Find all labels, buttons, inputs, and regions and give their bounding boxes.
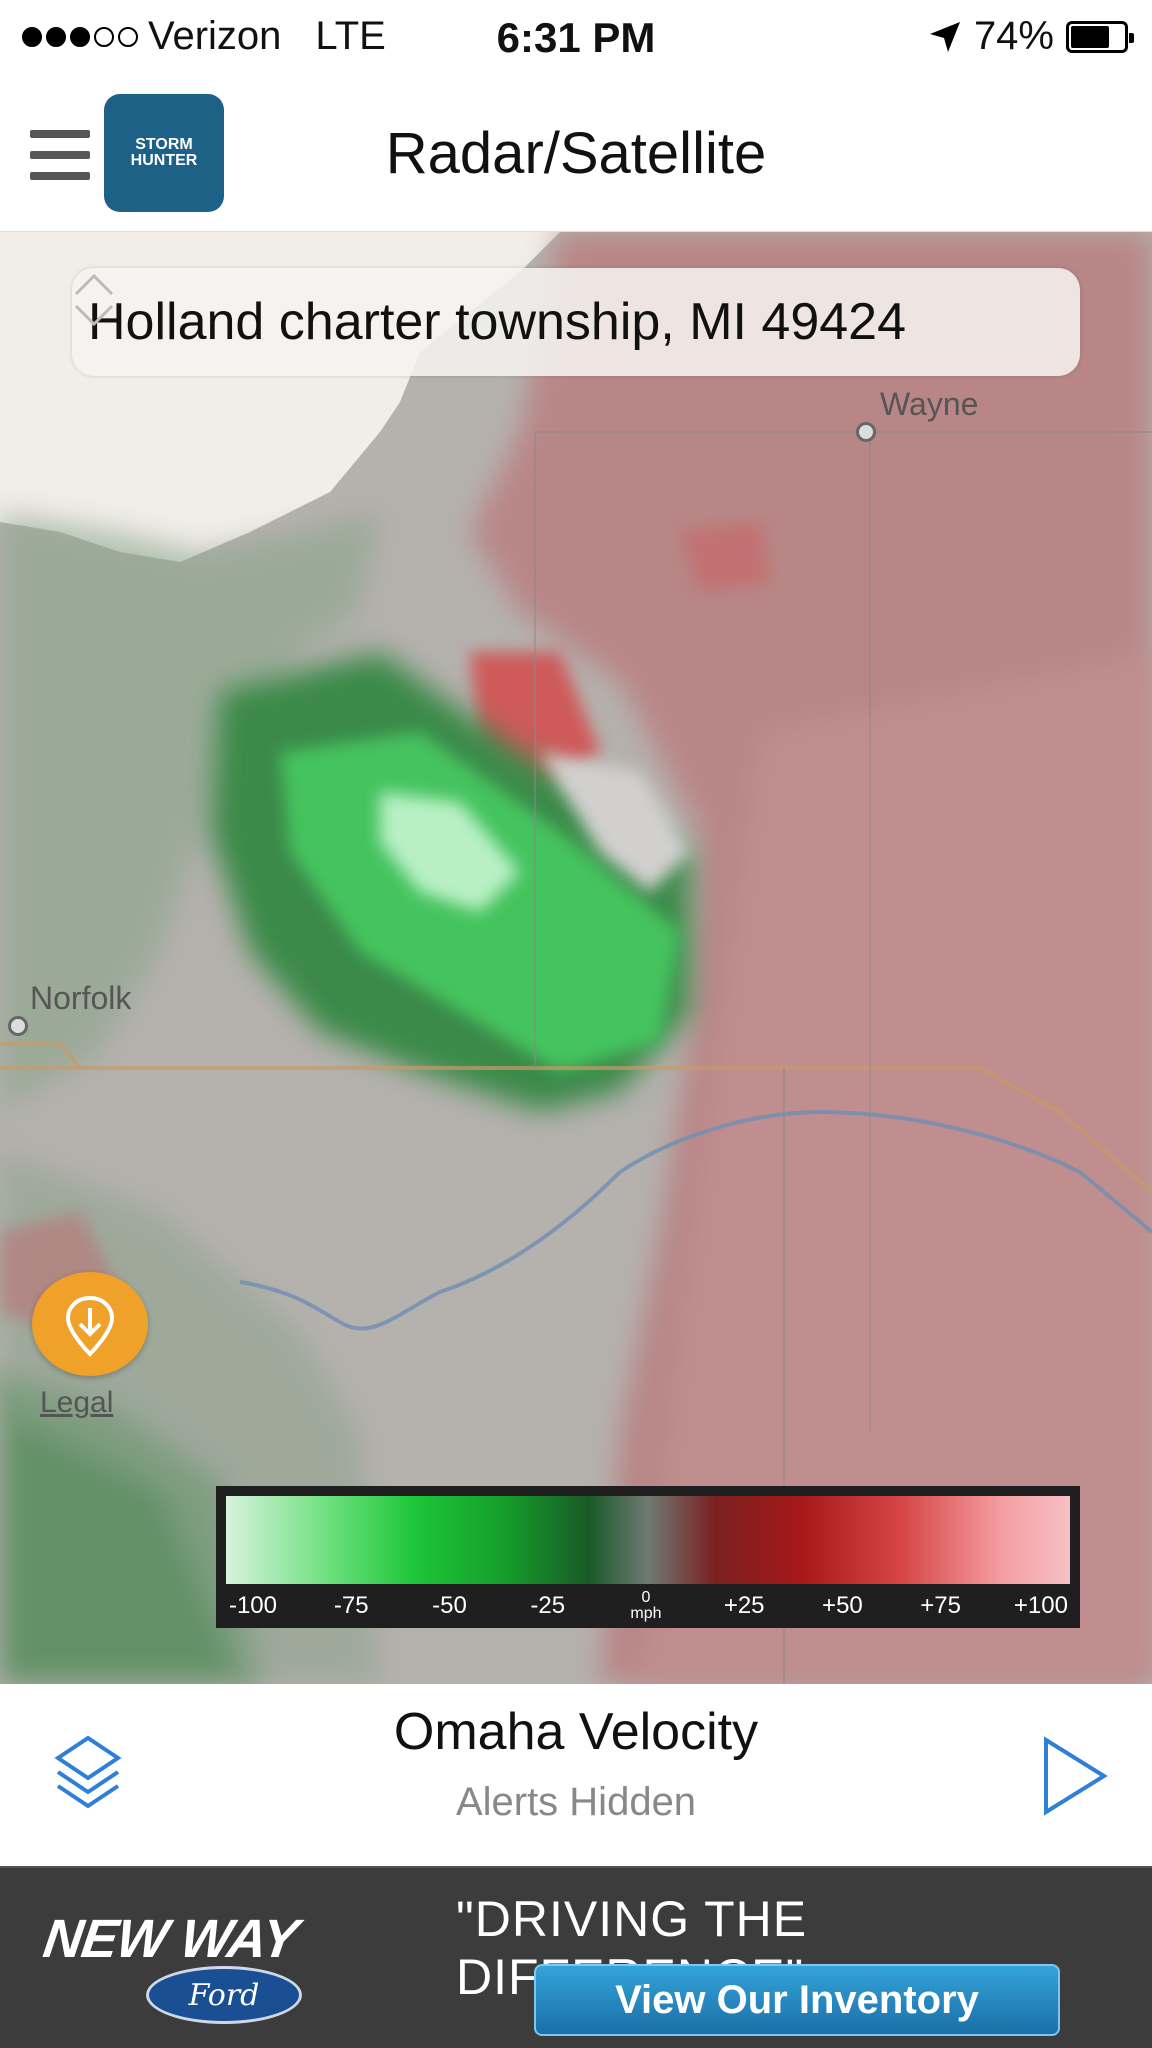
status-right-group: 74% [928, 14, 1134, 59]
legend-tick-label: -75 [333, 1592, 369, 1619]
radar-info-bar: Omaha Velocity Alerts Hidden [0, 1684, 1152, 1866]
play-icon[interactable] [1040, 1736, 1110, 1816]
place-marker-wayne [856, 422, 876, 442]
legend-tick-label: +75 [920, 1592, 961, 1619]
place-label-norfolk: Norfolk [30, 980, 132, 1016]
legend-tick-zero: 0 mph [621, 1590, 671, 1622]
place-label-wayne: Wayne [880, 386, 979, 422]
legend-tick-label: -50 [432, 1592, 467, 1619]
legend-tick-label: -100 [228, 1592, 278, 1619]
legend-tick-label: 0 [641, 1589, 651, 1606]
radar-map[interactable]: Wayne Norfolk -100 -75 -50 -25 0mph +25 +50 +75… [0, 232, 1152, 1684]
ad-banner[interactable]: NEW WAY Ford "DRIVING THE DIFFERENCE" Vi… [0, 1866, 1152, 2048]
ad-brand: NEW WAY [39, 1909, 302, 1969]
radar-name: Omaha Velocity [393, 1703, 759, 1761]
legend-tick-label: +25 [723, 1592, 765, 1619]
radar-overlay [0, 232, 1152, 1684]
app-root: Verizon LTE 6:31 PM 74% STORM HUNTER Rad… [0, 0, 1152, 2048]
alerts-status[interactable]: Alerts Hidden [0, 1780, 1152, 1825]
location-arrow-icon [929, 21, 960, 52]
legend-ticks: -100 -75 -50 -25 0 mph +25 +50 +75 +100 [226, 1586, 1070, 1626]
battery-percent: 74% [973, 14, 1054, 58]
ford-logo: Ford [146, 1966, 302, 2024]
velocity-legend: -100 -75 -50 -25 0 mph +25 +50 +75 +100 [216, 1486, 1080, 1628]
legend-tick-label: +50 [822, 1592, 863, 1619]
battery-icon [1066, 20, 1134, 53]
legend-tick-label: -25 [530, 1592, 566, 1619]
legal-link[interactable]: Legal [40, 1386, 113, 1420]
download-pin-icon [65, 1295, 115, 1357]
legend-tick-label: +100 [1013, 1592, 1068, 1619]
place-marker-norfolk [8, 1016, 28, 1036]
stepper-icon[interactable] [72, 268, 116, 332]
legal-button[interactable] [32, 1272, 148, 1376]
legend-gradient [226, 1496, 1070, 1584]
view-inventory-button[interactable]: View Our Inventory [534, 1964, 1060, 2036]
legend-unit: mph [630, 1605, 662, 1622]
location-search[interactable] [72, 268, 1080, 376]
app-header: STORM HUNTER Radar/Satellite [0, 80, 1152, 232]
page-title: Radar/Satellite [385, 121, 767, 186]
status-bar: Verizon LTE 6:31 PM 74% [0, 0, 1152, 80]
battery-fill [1071, 25, 1110, 48]
location-search-input[interactable] [88, 268, 968, 376]
